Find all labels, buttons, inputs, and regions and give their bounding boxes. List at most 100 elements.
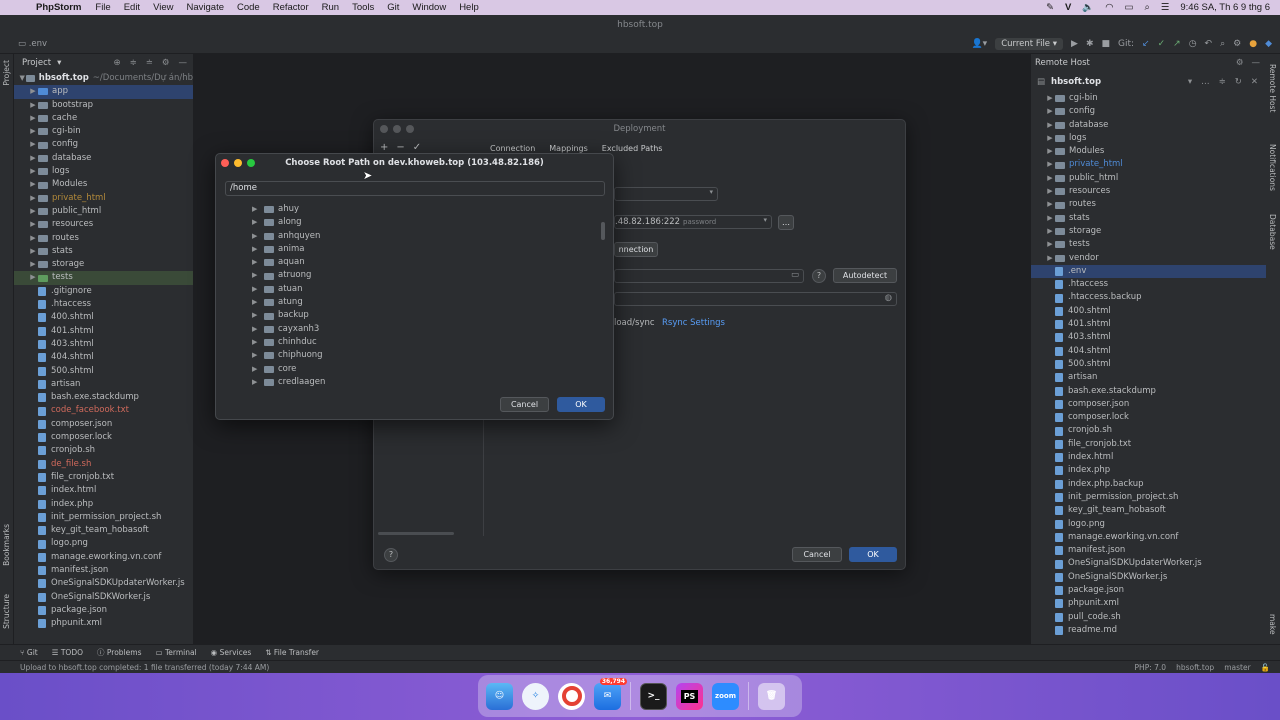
chevron-right-icon[interactable]: ▶ <box>252 269 264 282</box>
tree-file[interactable]: 401.shtml <box>14 325 193 338</box>
chevron-right-icon[interactable]: ▶ <box>28 99 38 112</box>
remote-file[interactable]: index.php.backup <box>1031 478 1266 491</box>
remote-host-tool-button[interactable]: Remote Host <box>1268 64 1277 112</box>
chevron-down-icon[interactable]: ▼ <box>18 72 26 85</box>
remote-folder-tests[interactable]: ▶ tests <box>1031 238 1266 251</box>
horizontal-scrollbar[interactable] <box>378 532 454 535</box>
deployment-host[interactable]: hbsoft.top <box>1176 663 1214 672</box>
chevron-right-icon[interactable]: ▶ <box>1045 172 1055 185</box>
git-branch[interactable]: master <box>1224 663 1250 672</box>
refresh-icon[interactable]: ↻ <box>1235 77 1242 87</box>
remote-folder-public_html[interactable]: ▶ public_html <box>1031 172 1266 185</box>
wifi-icon[interactable]: ◠ <box>1105 2 1113 13</box>
finder-icon[interactable]: ☺ <box>486 682 513 710</box>
remote-file[interactable]: 500.shtml <box>1031 358 1266 371</box>
directory-item[interactable]: ▶ chinhduc <box>225 336 605 349</box>
tree-file[interactable]: logo.png <box>14 537 193 550</box>
make-tool-button[interactable]: make <box>1268 614 1277 635</box>
tab-connection[interactable]: Connection <box>490 144 535 153</box>
remote-file[interactable]: OneSignalSDKUpdaterWorker.js <box>1031 557 1266 570</box>
menu-run[interactable]: Run <box>322 2 339 13</box>
hide-icon[interactable]: — <box>1252 54 1261 72</box>
gear-icon[interactable]: ⚙ <box>1236 54 1244 72</box>
chevron-right-icon[interactable]: ▶ <box>1045 185 1055 198</box>
chevron-right-icon[interactable]: ▶ <box>252 230 264 243</box>
remote-folder-storage[interactable]: ▶ storage <box>1031 225 1266 238</box>
rollback-icon[interactable]: ↶ <box>1205 39 1213 49</box>
rsync-settings-link[interactable]: Rsync Settings <box>662 318 725 328</box>
remote-folder-vendor[interactable]: ▶ vendor <box>1031 252 1266 265</box>
git-push-icon[interactable]: ↗ <box>1173 39 1181 49</box>
tree-folder-app[interactable]: ▶ app <box>14 85 193 99</box>
ssh-config-select[interactable]: .48.82.186:222 password ▾ <box>614 215 772 229</box>
chevron-right-icon[interactable]: ▶ <box>28 245 38 258</box>
remote-folder-routes[interactable]: ▶ routes <box>1031 198 1266 211</box>
help-button[interactable]: ? <box>384 548 398 562</box>
chevron-right-icon[interactable]: ▶ <box>252 363 264 376</box>
tree-folder-modules[interactable]: ▶ Modules <box>14 178 193 191</box>
tree-folder-bootstrap[interactable]: ▶ bootstrap <box>14 99 193 112</box>
remote-file[interactable]: 400.shtml <box>1031 305 1266 318</box>
chevron-right-icon[interactable]: ▶ <box>28 258 38 271</box>
tree-file[interactable]: OneSignalSDKWorker.js <box>14 591 193 604</box>
chevron-right-icon[interactable]: ▶ <box>252 376 264 389</box>
remote-file[interactable]: index.html <box>1031 451 1266 464</box>
chevron-right-icon[interactable]: ▶ <box>28 271 38 284</box>
remote-folder-logs[interactable]: ▶ logs <box>1031 132 1266 145</box>
cancel-button[interactable]: Cancel <box>792 547 842 562</box>
close-button[interactable] <box>221 159 229 167</box>
chevron-right-icon[interactable]: ▶ <box>252 216 264 229</box>
remote-file[interactable]: 403.shtml <box>1031 331 1266 344</box>
chevron-right-icon[interactable]: ▶ <box>28 112 38 125</box>
minimize-button[interactable] <box>234 159 242 167</box>
chevron-right-icon[interactable]: ▶ <box>28 205 38 218</box>
run-config-select[interactable]: Current File ▾ <box>995 38 1064 50</box>
close-button[interactable] <box>380 125 388 133</box>
updates-icon[interactable]: ● <box>1249 39 1257 49</box>
hide-icon[interactable]: — <box>179 58 188 68</box>
tree-file[interactable]: package.json <box>14 604 193 617</box>
tree-file[interactable]: code_facebook.txt <box>14 404 193 417</box>
file-transfer-tool-button[interactable]: ⇅ File Transfer <box>265 648 319 657</box>
add-icon[interactable]: ⊕ <box>114 58 121 68</box>
chevron-right-icon[interactable]: ▶ <box>252 336 264 349</box>
search-everywhere-icon[interactable]: ⌕ <box>1220 39 1225 49</box>
remote-file[interactable]: .env <box>1031 264 1266 279</box>
tree-file[interactable]: OneSignalSDKUpdaterWorker.js <box>14 577 193 590</box>
remote-host-name[interactable]: hbsoft.top <box>1051 77 1101 87</box>
gear-icon[interactable]: ⚙ <box>162 58 170 68</box>
chevron-right-icon[interactable]: ▶ <box>252 349 264 362</box>
tree-file[interactable]: .gitignore <box>14 285 193 298</box>
run-icon[interactable]: ▶ <box>1071 39 1078 49</box>
chevron-right-icon[interactable]: ▶ <box>252 309 264 322</box>
menu-edit[interactable]: Edit <box>124 2 140 13</box>
menubar-app-name[interactable]: PhpStorm <box>36 2 81 13</box>
settings-icon[interactable]: ⚙ <box>1233 39 1241 49</box>
php-version[interactable]: PHP: 7.0 <box>1135 663 1167 672</box>
chevron-right-icon[interactable]: ▶ <box>28 85 38 98</box>
collapse-icon[interactable]: ≑ <box>1219 77 1226 87</box>
status-message[interactable]: Upload to hbsoft.top completed: 1 file t… <box>20 663 269 672</box>
remote-folder-stats[interactable]: ▶ stats <box>1031 212 1266 225</box>
remote-file[interactable]: readme.md <box>1031 624 1266 637</box>
git-update-icon[interactable]: ↙ <box>1142 39 1150 49</box>
tab-excluded-paths[interactable]: Excluded Paths <box>602 144 663 153</box>
directory-item[interactable]: ▶ core <box>225 363 605 376</box>
type-select[interactable]: ▾ <box>614 187 718 201</box>
tree-folder-logs[interactable]: ▶ logs <box>14 165 193 178</box>
user-icon[interactable]: 👤▾ <box>971 39 987 49</box>
chevron-right-icon[interactable]: ▶ <box>28 138 38 151</box>
remote-file[interactable]: 401.shtml <box>1031 318 1266 331</box>
chevron-right-icon[interactable]: ▶ <box>252 256 264 269</box>
tree-folder-database[interactable]: ▶ database <box>14 152 193 165</box>
remote-file[interactable]: index.php <box>1031 464 1266 477</box>
root-path-field[interactable]: ▭ <box>614 269 804 283</box>
safari-icon[interactable]: ✧ <box>522 682 549 710</box>
tree-folder-cache[interactable]: ▶ cache <box>14 112 193 125</box>
folder-icon[interactable]: ▭ <box>791 270 799 280</box>
tree-folder-public_html[interactable]: ▶ public_html <box>14 205 193 218</box>
structure-tool-button[interactable]: Structure <box>2 594 11 629</box>
remote-file[interactable]: file_cronjob.txt <box>1031 438 1266 451</box>
chevron-right-icon[interactable]: ▶ <box>28 232 38 245</box>
ok-button[interactable]: OK <box>849 547 897 562</box>
